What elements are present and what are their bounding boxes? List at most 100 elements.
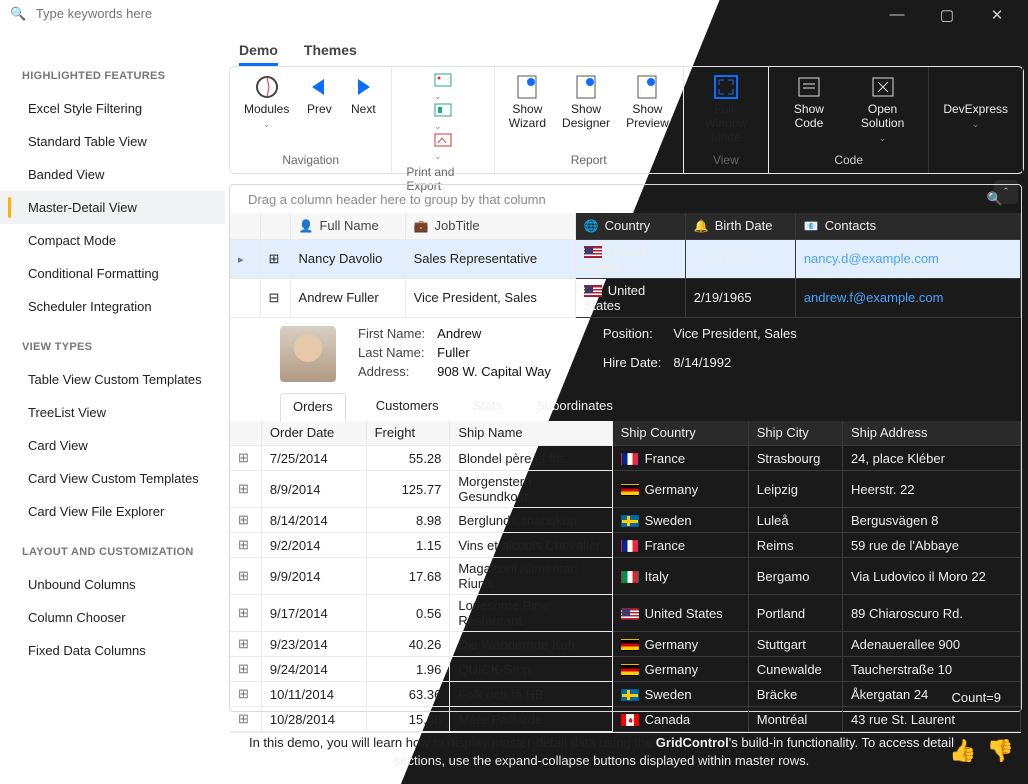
column-header[interactable]: 🌐Country xyxy=(575,213,685,239)
column-header[interactable]: 👤Full Name xyxy=(290,213,405,239)
export-mini-button[interactable]: ⌄ xyxy=(434,133,452,162)
window-minimize-button[interactable]: — xyxy=(882,6,912,30)
ribbon-button[interactable]: Next xyxy=(349,73,377,117)
row-indicator[interactable] xyxy=(230,278,260,317)
cell-contact[interactable]: andrew.f@example.com xyxy=(795,278,1020,317)
cell-ship-country: Germany xyxy=(612,632,748,657)
ribbon-button[interactable]: ShowPreview xyxy=(626,73,669,131)
cell-freight: 15.66 xyxy=(366,707,450,732)
cell-order-date: 10/11/2014 xyxy=(261,682,366,707)
order-expand[interactable]: ⊞ xyxy=(230,595,261,632)
sidebar-item[interactable]: Scheduler Integration xyxy=(0,290,225,323)
orders-column-header[interactable]: Freight xyxy=(366,421,450,446)
sidebar-item[interactable]: Fixed Data Columns xyxy=(0,634,225,667)
cell-ship-address: 24, place Kléber xyxy=(842,446,1020,471)
orders-column-header[interactable]: Order Date xyxy=(261,421,366,446)
order-expand[interactable]: ⊞ xyxy=(230,471,261,508)
detail-tab[interactable]: Customers xyxy=(372,392,443,421)
ribbon-button[interactable]: ShowWizard xyxy=(509,73,546,131)
orders-column-header[interactable] xyxy=(230,421,261,446)
order-expand[interactable]: ⊞ xyxy=(230,508,261,533)
window-close-button[interactable]: ✕ xyxy=(982,6,1012,30)
sidebar-group-title: VIEW TYPES xyxy=(0,323,225,363)
orders-column-header[interactable]: Ship Address xyxy=(842,421,1020,446)
cell-freight: 55.28 xyxy=(366,446,450,471)
cell-ship-country: Italy xyxy=(612,558,748,595)
sidebar-group-title: LAYOUT AND CUSTOMIZATION xyxy=(0,528,225,568)
cell-ship-city: Stuttgart xyxy=(748,632,842,657)
sidebar-item[interactable]: Card View File Explorer xyxy=(0,495,225,528)
cell-country: United States xyxy=(575,278,685,317)
cell-contact[interactable]: nancy.d@example.com xyxy=(795,239,1020,278)
sidebar-item[interactable]: Banded View xyxy=(0,158,225,191)
detail-tab[interactable]: Orders xyxy=(280,393,346,422)
main-tab[interactable]: Themes xyxy=(304,38,357,66)
grid-search-icon[interactable]: 🔍 xyxy=(987,191,1003,207)
detail-tab[interactable]: Subordinates xyxy=(532,392,617,421)
detail-tab[interactable]: Stats xyxy=(469,392,507,421)
cell-ship-name: Folk och fä HB xyxy=(450,682,612,707)
orders-column-header[interactable]: Ship Country xyxy=(612,421,748,446)
ribbon-button[interactable]: DevExpress⌄ xyxy=(943,73,1008,131)
cell-fullname: Andrew Fuller xyxy=(290,278,405,317)
cell-order-date: 9/17/2014 xyxy=(261,595,366,632)
detail-name-fields: First Name:Andrew Last Name:Fuller Addre… xyxy=(358,326,551,382)
ribbon-button[interactable]: Open Solution⌄ xyxy=(851,73,915,144)
sidebar-item[interactable]: Excel Style Filtering xyxy=(0,92,225,125)
row-indicator[interactable]: ▸ xyxy=(230,239,260,278)
ribbon-group-label: Code xyxy=(834,150,863,171)
sidebar-item[interactable]: Compact Mode xyxy=(0,224,225,257)
thumbs-up-icon[interactable]: 👍 xyxy=(949,738,976,764)
column-header[interactable] xyxy=(260,213,290,239)
count-label: Count=9 xyxy=(951,690,1001,705)
order-expand[interactable]: ⊞ xyxy=(230,533,261,558)
sidebar-item[interactable]: Card View xyxy=(0,429,225,462)
main-tab[interactable]: Demo xyxy=(239,38,278,66)
order-expand[interactable]: ⊞ xyxy=(230,707,261,732)
window-maximize-button[interactable]: ▢ xyxy=(932,6,962,30)
ribbon-button[interactable]: Prev xyxy=(305,73,333,117)
ribbon-button[interactable]: Modules⌄ xyxy=(244,73,289,131)
expand-toggle[interactable]: ⊟ xyxy=(260,278,290,317)
cell-ship-city: Luleå xyxy=(748,508,842,533)
ribbon-button[interactable]: Full-WindowMode xyxy=(698,73,754,144)
export-mini-button[interactable]: ⌄ xyxy=(434,73,452,102)
order-expand[interactable]: ⊞ xyxy=(230,632,261,657)
column-header[interactable]: 📧Contacts xyxy=(795,213,1020,239)
cell-ship-address: Adenauerallee 900 xyxy=(842,632,1020,657)
sidebar-item[interactable]: Table View Custom Templates xyxy=(0,363,225,396)
sidebar-item[interactable]: TreeList View xyxy=(0,396,225,429)
sidebar-item[interactable]: Card View Custom Templates xyxy=(0,462,225,495)
cell-ship-name: Magazzini Alimentari Riuniti xyxy=(450,558,612,595)
ribbon-button[interactable]: ShowDesigner xyxy=(562,73,610,131)
sidebar-item[interactable]: Standard Table View xyxy=(0,125,225,158)
thumbs-down-icon[interactable]: 👎 xyxy=(987,738,1014,764)
sidebar-item[interactable]: Column Chooser xyxy=(0,601,225,634)
cell-freight: 1.15 xyxy=(366,533,450,558)
export-mini-button[interactable]: ⌄ xyxy=(434,103,452,132)
order-expand[interactable]: ⊞ xyxy=(230,558,261,595)
order-expand[interactable]: ⊞ xyxy=(230,682,261,707)
column-header[interactable]: 💼JobTitle xyxy=(405,213,575,239)
cell-ship-name: Blondel père et fils xyxy=(450,446,612,471)
column-header[interactable] xyxy=(230,213,260,239)
avatar xyxy=(280,326,336,382)
order-expand[interactable]: ⊞ xyxy=(230,446,261,471)
cell-order-date: 9/2/2014 xyxy=(261,533,366,558)
cell-freight: 0.56 xyxy=(366,595,450,632)
ribbon-button[interactable]: Show Code xyxy=(783,73,835,131)
cell-freight: 1.96 xyxy=(366,657,450,682)
expand-toggle[interactable]: ⊞ xyxy=(260,239,290,278)
column-header[interactable]: 🔔Birth Date xyxy=(685,213,795,239)
order-expand[interactable]: ⊞ xyxy=(230,657,261,682)
cell-ship-country: Canada xyxy=(612,707,748,732)
cell-freight: 8.98 xyxy=(366,508,450,533)
sidebar-item[interactable]: Conditional Formatting xyxy=(0,257,225,290)
search-input[interactable] xyxy=(36,6,216,21)
cell-fullname: Nancy Davolio xyxy=(290,239,405,278)
orders-column-header[interactable]: Ship Name xyxy=(450,421,612,446)
sidebar-item[interactable]: Master-Detail View xyxy=(0,191,225,224)
orders-column-header[interactable]: Ship City xyxy=(748,421,842,446)
search-icon: 🔍 xyxy=(10,6,26,21)
sidebar-item[interactable]: Unbound Columns xyxy=(0,568,225,601)
